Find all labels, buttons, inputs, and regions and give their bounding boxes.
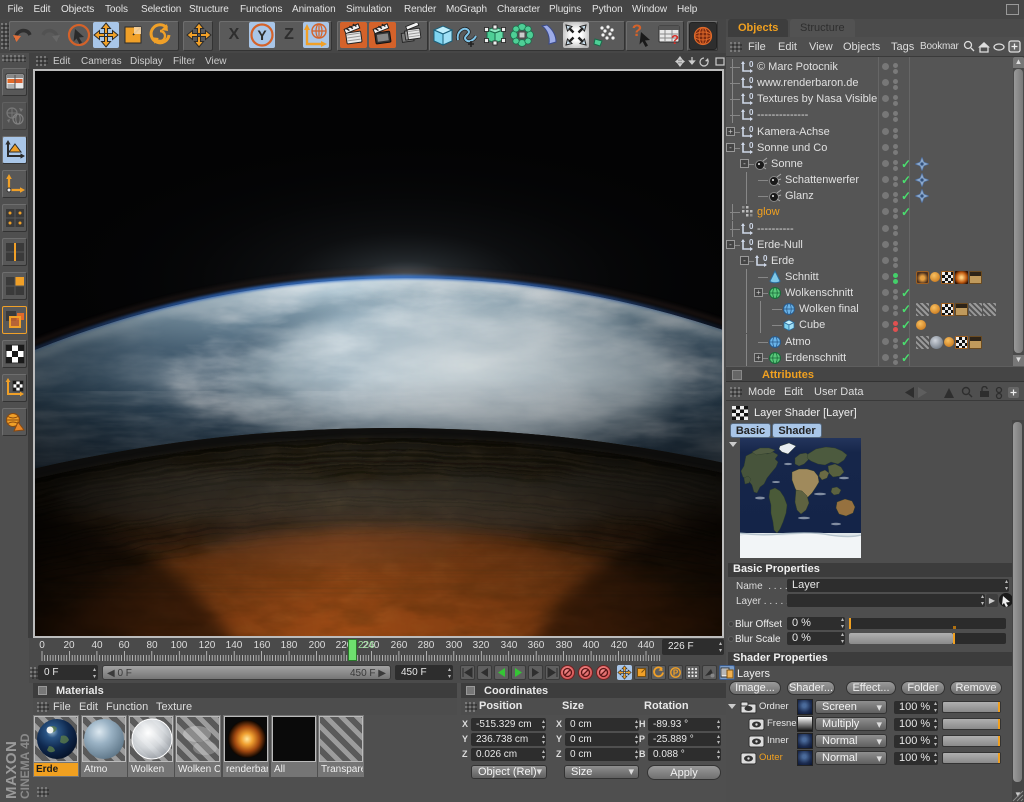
svg-text:P: P <box>673 669 679 678</box>
svg-text:?: ? <box>671 32 679 47</box>
svg-text:0: 0 <box>749 92 754 101</box>
svg-text:0: 0 <box>749 222 754 231</box>
svg-text:0: 0 <box>749 141 754 150</box>
svg-text:CINEMA 4D: CINEMA 4D <box>18 733 32 799</box>
svg-text:0: 0 <box>763 254 768 263</box>
svg-text:0: 0 <box>749 108 754 117</box>
svg-text:0: 0 <box>749 125 754 134</box>
svg-text:0: 0 <box>749 76 754 85</box>
svg-text:0: 0 <box>749 238 754 247</box>
svg-text:0: 0 <box>749 60 754 69</box>
svg-text:Y: Y <box>257 27 267 43</box>
